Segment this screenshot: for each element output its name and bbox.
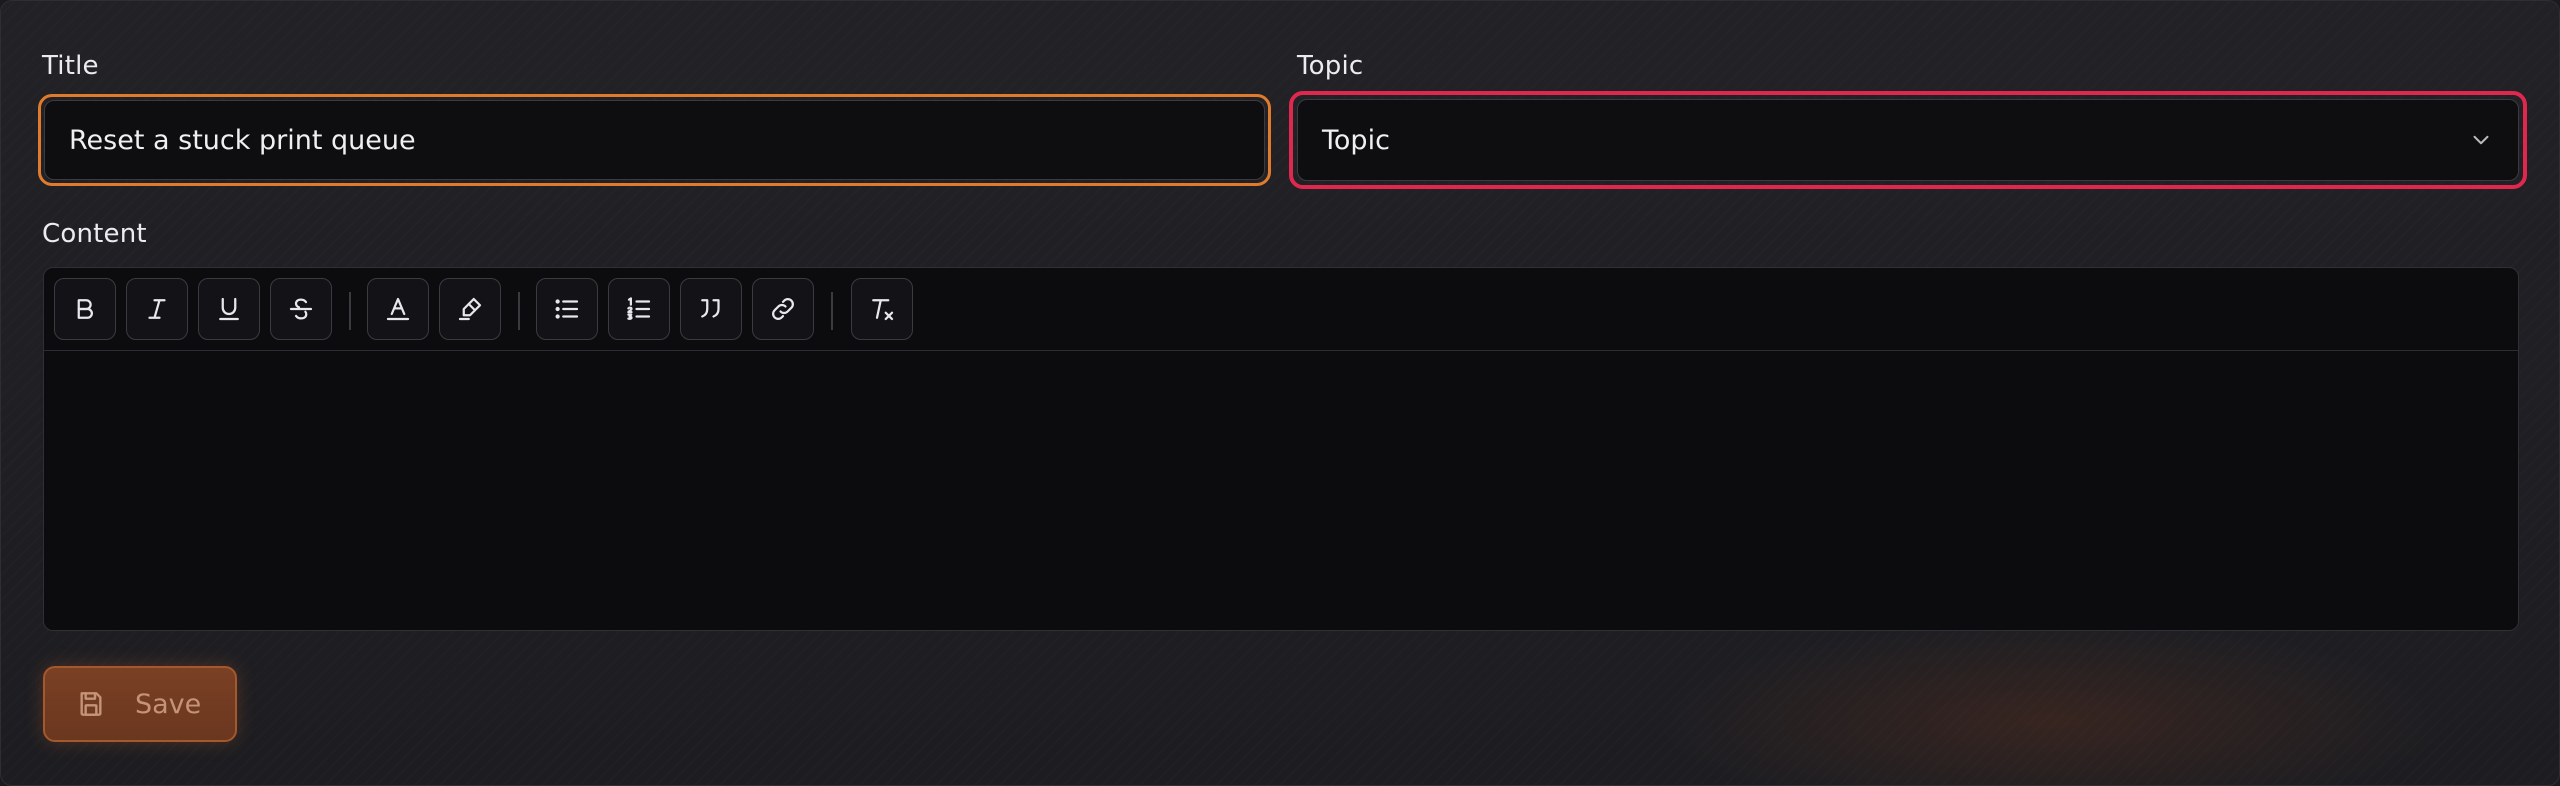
title-input-value: Reset a stuck print queue — [69, 124, 416, 156]
italic-icon — [148, 299, 166, 319]
title-label: Title — [42, 51, 99, 81]
editor-toolbar — [44, 268, 2518, 351]
toolbar-separator — [518, 292, 520, 330]
ordered-list-button[interactable] — [608, 278, 670, 340]
article-form-card: Title Reset a stuck print queue Topic To… — [0, 0, 2560, 786]
content-editor — [43, 267, 2519, 631]
save-icon — [80, 692, 102, 716]
clear-format-icon — [872, 299, 894, 321]
bullet-list-icon — [555, 299, 579, 319]
toolbar-separator — [349, 292, 351, 330]
italic-button[interactable] — [126, 278, 188, 340]
highlight-button[interactable] — [439, 278, 501, 340]
blockquote-icon — [701, 299, 720, 318]
strikethrough-button[interactable] — [270, 278, 332, 340]
ordered-list-icon — [627, 297, 651, 320]
title-input[interactable]: Reset a stuck print queue — [44, 100, 1265, 180]
strikethrough-icon — [289, 298, 313, 320]
link-button[interactable] — [752, 278, 814, 340]
underline-icon — [219, 297, 239, 321]
clear-format-button[interactable] — [851, 278, 913, 340]
bullet-list-button[interactable] — [536, 278, 598, 340]
text-color-icon — [386, 297, 410, 321]
topic-select-value: Topic — [1322, 124, 1390, 156]
bold-button[interactable] — [54, 278, 116, 340]
toolbar-separator — [831, 292, 833, 330]
text-color-button[interactable] — [367, 278, 429, 340]
link-icon — [772, 298, 794, 320]
topic-select[interactable]: Topic — [1297, 99, 2519, 181]
content-editor-body[interactable] — [44, 351, 2518, 630]
chevron-down-icon — [2473, 135, 2489, 145]
topic-label: Topic — [1297, 51, 1364, 81]
content-label: Content — [42, 219, 147, 249]
save-button-label: Save — [135, 688, 202, 720]
highlight-icon — [458, 297, 482, 321]
underline-button[interactable] — [198, 278, 260, 340]
save-button[interactable]: Save — [43, 666, 237, 742]
bold-icon — [77, 299, 93, 319]
blockquote-button[interactable] — [680, 278, 742, 340]
